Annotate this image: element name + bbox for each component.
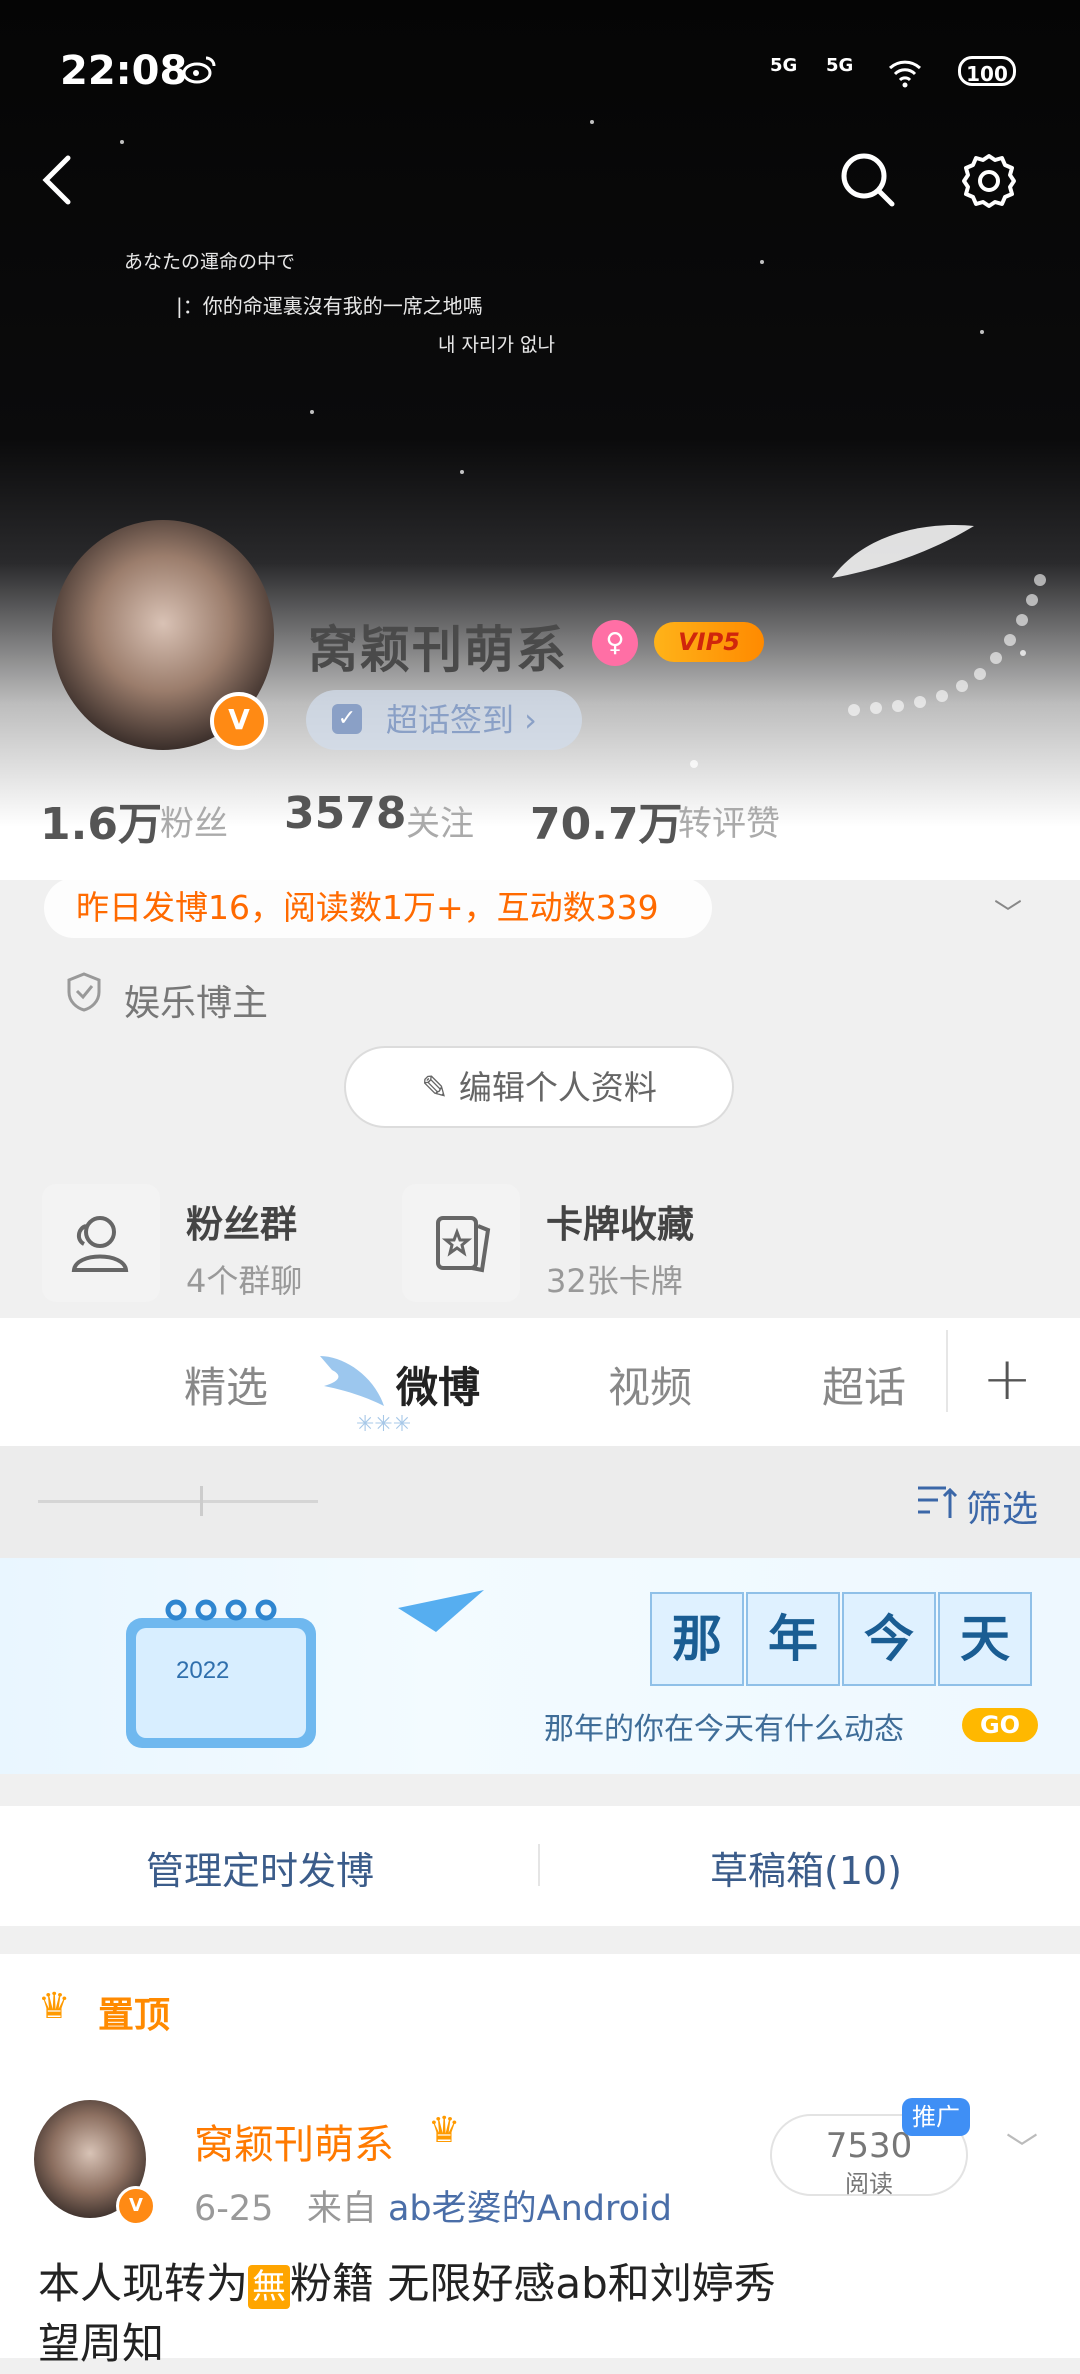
checkbox-icon: ✓	[332, 704, 362, 734]
post-text-line2: 望周知	[38, 2319, 165, 2368]
post-meta: 6-25 来自 ab老婆的Android	[194, 2180, 672, 2231]
fan-group-icon-box[interactable]	[42, 1184, 160, 1302]
ad-char-2: 年	[746, 1592, 840, 1686]
filter-icon[interactable]	[916, 1482, 960, 1522]
crown-icon: ♛	[38, 1986, 71, 2027]
calendar-icon: 2022	[126, 1599, 316, 1748]
verified-badge: V	[210, 692, 268, 750]
banner-text-korean: 내 자리가 없나	[438, 334, 555, 356]
weibo-icon	[182, 56, 216, 84]
post-date: 6-25	[194, 2189, 274, 2229]
actions-divider	[538, 1844, 540, 1886]
interactions-label[interactable]: 转评赞	[678, 796, 780, 845]
role-label: 娱乐博主	[124, 983, 269, 1024]
female-icon: ♀	[592, 620, 638, 666]
post-badge: 無	[248, 2265, 291, 2309]
tab-video[interactable]: 视频	[608, 1354, 692, 1415]
tab-weibo-indicator: ✳✳✳	[356, 1412, 412, 1437]
following-label[interactable]: 关注	[406, 796, 474, 845]
add-tab-button[interactable]: +	[982, 1344, 1032, 1414]
card-collection-icon-box[interactable]	[402, 1184, 520, 1302]
tabs-bar	[0, 1318, 1080, 1446]
ad-char-4: 天	[938, 1592, 1032, 1686]
banner-text-japanese: あなたの運命の中で	[124, 251, 296, 273]
status-time: 22:08	[60, 48, 188, 94]
followers-count[interactable]: 1.6万	[40, 788, 162, 852]
fan-group-subtitle: 4个群聊	[186, 1262, 303, 1300]
search-icon[interactable]	[838, 150, 898, 210]
ad-subtitle: 那年的你在今天有什么动态	[544, 1712, 904, 1747]
fan-group-title[interactable]: 粉丝群	[186, 1194, 297, 1248]
post-text-part1: 本人现转为	[38, 2259, 249, 2308]
chevron-down-icon[interactable]: ﹀	[994, 892, 1022, 932]
ad-go-button[interactable]: GO	[962, 1708, 1038, 1742]
username: 窝颖刊萌系	[308, 621, 568, 679]
edit-profile-label: 编辑个人资料	[458, 1068, 657, 1107]
filter-button[interactable]: 筛选	[966, 1480, 1038, 1532]
post-text-part2: 粉籍 无限好感ab和刘婷秀	[290, 2259, 776, 2308]
post-text[interactable]: 本人现转为 無粉籍 无限好感ab和刘婷秀 望周知	[38, 2254, 1038, 2374]
edit-profile-button[interactable]: ✎ 编辑个人资料	[344, 1046, 734, 1128]
tab-divider	[946, 1330, 948, 1412]
pencil-icon: ✎	[421, 1068, 449, 1107]
placeholder-line	[38, 1500, 318, 1503]
post-source[interactable]: ab老婆的Android	[388, 2189, 672, 2229]
card-collection-subtitle: 32张卡牌	[546, 1262, 683, 1300]
promote-badge[interactable]: 推广	[902, 2098, 970, 2136]
post-author-name[interactable]: 窝颖刊萌系	[194, 2112, 394, 2170]
shield-icon	[67, 972, 101, 1012]
ad-char-1: 那	[650, 1592, 744, 1686]
followers-label[interactable]: 粉丝	[160, 796, 228, 845]
interactions-count[interactable]: 70.7万	[530, 788, 683, 852]
ad-char-3: 今	[842, 1592, 936, 1686]
vip-badge[interactable]: VIP5	[654, 622, 764, 662]
drafts-button[interactable]: 草稿箱(10)	[710, 1840, 902, 1895]
back-button[interactable]	[30, 150, 90, 210]
card-collection-title[interactable]: 卡牌收藏	[546, 1194, 694, 1248]
daily-summary[interactable]: 昨日发博16，阅读数1万+，互动数339	[44, 878, 712, 938]
supertopic-checkin-button[interactable]: ✓ 超话签到 ›	[306, 690, 582, 750]
placeholder-tick	[200, 1486, 203, 1516]
pearl-chain-decoration	[848, 574, 1046, 716]
tab-supertopic[interactable]: 超话	[822, 1354, 906, 1415]
card-icon	[436, 1216, 491, 1273]
pinned-label: 置顶	[98, 1995, 171, 2036]
wing-icon	[320, 1356, 384, 1406]
people-icon	[71, 1216, 129, 1272]
gear-icon[interactable]	[958, 150, 1020, 212]
signal-2-label: 5G	[826, 55, 854, 76]
author-crown-icon: ♛	[428, 2110, 461, 2151]
calendar-year: 2022	[176, 1657, 229, 1684]
post-chevron-down-icon[interactable]: ﹀	[1006, 2124, 1038, 2170]
paper-plane-icon	[398, 1590, 484, 1632]
tab-weibo[interactable]: 微博	[396, 1354, 480, 1415]
post-source-prefix: 来自	[306, 2189, 377, 2229]
schedule-posts-button[interactable]: 管理定时发博	[146, 1840, 374, 1895]
signal-1-label: 5G	[770, 55, 798, 76]
reads-label: 阅读	[845, 2170, 893, 2198]
wifi-icon	[888, 60, 922, 88]
banner-text-chinese: |：你的命運裏沒有我的一席之地嗎	[176, 294, 483, 318]
supertopic-checkin-label: 超话签到 ›	[386, 701, 537, 739]
post-verified-badge: V	[116, 2186, 156, 2226]
battery-indicator: 100	[958, 56, 1016, 86]
tab-featured[interactable]: 精选	[184, 1354, 268, 1415]
following-count[interactable]: 3578	[284, 788, 406, 839]
